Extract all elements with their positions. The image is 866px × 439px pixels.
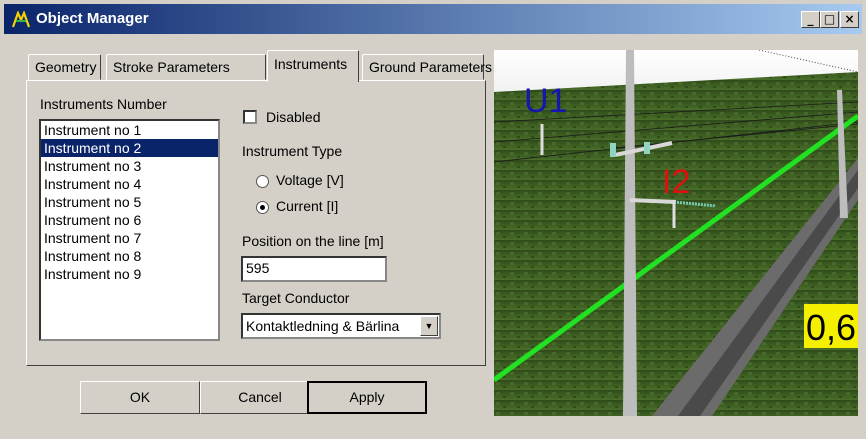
target-conductor-value: Kontaktledning & Bärlina (246, 318, 400, 334)
app-icon (12, 11, 30, 28)
list-item-selected[interactable]: Instrument no 2 (41, 139, 218, 157)
radio-selected-dot (260, 205, 265, 210)
list-item[interactable]: Instrument no 1 (41, 121, 218, 139)
tab-instruments[interactable]: Instruments (267, 50, 359, 82)
close-button[interactable]: × (840, 11, 859, 28)
instruments-number-label: Instruments Number (40, 96, 167, 112)
tab-geometry[interactable]: Geometry (28, 54, 101, 80)
instruments-listbox[interactable]: Instrument no 1 Instrument no 2 Instrume… (39, 119, 220, 341)
window-title: Object Manager (36, 10, 149, 27)
current-radio[interactable] (256, 201, 269, 214)
apply-button[interactable]: Apply (307, 381, 427, 414)
u1-label: U1 (524, 82, 567, 120)
list-item[interactable]: Instrument no 9 (41, 265, 218, 283)
scene-canvas: U1 I2 0,6 (494, 50, 858, 416)
ok-button[interactable]: OK (80, 381, 200, 414)
voltage-radio[interactable] (256, 175, 269, 188)
minimize-button[interactable]: _ (801, 11, 820, 28)
cancel-button[interactable]: Cancel (200, 381, 320, 414)
list-item[interactable]: Instrument no 5 (41, 193, 218, 211)
i2-label: I2 (662, 163, 690, 201)
tab-stroke-parameters[interactable]: Stroke Parameters (106, 54, 266, 80)
list-item[interactable]: Instrument no 8 (41, 247, 218, 265)
km-sign-text: 0,6 (806, 307, 856, 348)
disabled-label: Disabled (266, 109, 321, 125)
target-conductor-select[interactable]: Kontaktledning & Bärlina ▼ (241, 313, 441, 339)
position-input[interactable]: 595 (241, 256, 387, 282)
current-label: Current [I] (276, 198, 339, 214)
list-item[interactable]: Instrument no 6 (41, 211, 218, 229)
voltage-label: Voltage [V] (276, 172, 344, 188)
title-bar[interactable]: Object Manager _ □ × (4, 4, 862, 34)
object-manager-window: Object Manager _ □ × Geometry Stroke Par… (0, 0, 866, 439)
chevron-down-icon[interactable]: ▼ (420, 316, 438, 336)
position-label: Position on the line [m] (242, 233, 384, 249)
instrument-type-label: Instrument Type (242, 143, 343, 159)
tab-ground-parameters[interactable]: Ground Parameters (362, 54, 492, 80)
list-item[interactable]: Instrument no 7 (41, 229, 218, 247)
list-item[interactable]: Instrument no 4 (41, 175, 218, 193)
maximize-button[interactable]: □ (820, 11, 839, 28)
3d-viewport[interactable]: U1 I2 0,6 (494, 50, 858, 416)
disabled-checkbox[interactable] (243, 110, 257, 124)
list-item[interactable]: Instrument no 3 (41, 157, 218, 175)
target-conductor-label: Target Conductor (242, 290, 350, 306)
